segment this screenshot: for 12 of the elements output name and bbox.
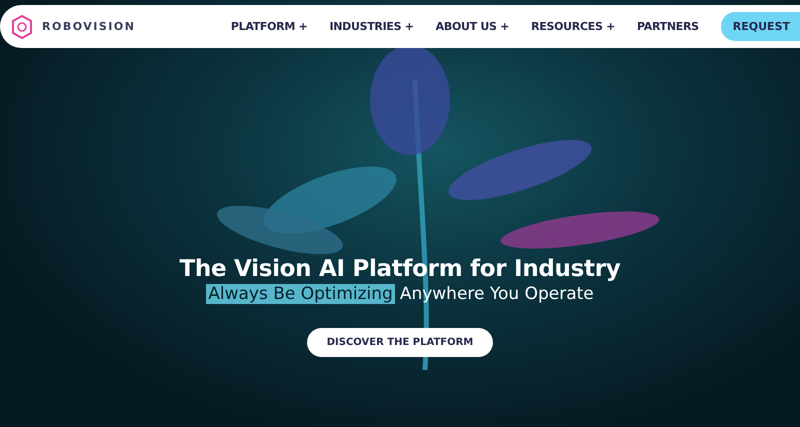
nav-link[interactable]: RESOURCES + bbox=[531, 20, 616, 33]
brand-name: ROBOVISION bbox=[42, 20, 136, 33]
nav-link[interactable]: INDUSTRIES + bbox=[329, 20, 414, 33]
tagline: Anywhere You Operate bbox=[400, 284, 594, 304]
request-button[interactable]: REQUEST bbox=[720, 12, 800, 41]
logo-icon bbox=[10, 14, 34, 40]
nav-link[interactable]: ABOUT US + bbox=[436, 20, 510, 33]
highlighted-tagline: Always Be Optimizing bbox=[206, 284, 395, 304]
nav-link[interactable]: PARTNERS bbox=[637, 20, 699, 33]
hero-title: The Vision AI Platform for Industry bbox=[180, 256, 620, 282]
discover-button[interactable]: DISCOVER THE PLATFORM bbox=[306, 328, 494, 357]
nav-link[interactable]: PLATFORM + bbox=[230, 20, 308, 33]
